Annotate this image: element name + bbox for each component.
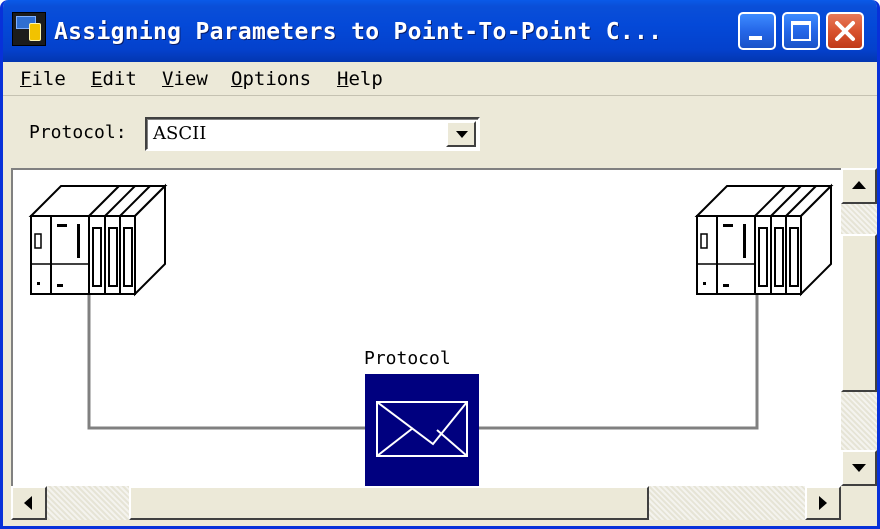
maximize-icon bbox=[791, 21, 811, 41]
menu-help[interactable]: Help bbox=[337, 68, 383, 90]
arrow-down-icon bbox=[852, 464, 866, 472]
title-bar[interactable]: Assigning Parameters to Point-To-Point C… bbox=[3, 0, 877, 62]
menu-options[interactable]: Options bbox=[231, 68, 311, 90]
protocol-select[interactable]: ASCII bbox=[145, 117, 480, 151]
link-right bbox=[479, 292, 759, 430]
diagram-canvas[interactable]: Protocol bbox=[11, 168, 841, 488]
vertical-scrollbar[interactable] bbox=[841, 168, 877, 486]
arrow-left-icon bbox=[24, 496, 32, 510]
maximize-button[interactable] bbox=[782, 12, 820, 50]
scroll-right-button[interactable] bbox=[805, 486, 841, 520]
arrow-up-icon bbox=[852, 181, 866, 189]
protocol-dropdown-button[interactable] bbox=[446, 121, 476, 147]
menu-bar: File Edit View Options Help bbox=[3, 62, 877, 96]
scroll-down-button[interactable] bbox=[841, 450, 877, 486]
chevron-down-icon bbox=[456, 131, 468, 138]
menu-edit[interactable]: Edit bbox=[91, 68, 137, 90]
app-icon[interactable] bbox=[12, 12, 46, 46]
scroll-up-button[interactable] bbox=[841, 168, 877, 204]
protocol-node[interactable] bbox=[365, 374, 479, 488]
protocol-label: Protocol: bbox=[29, 122, 127, 143]
minimize-button[interactable] bbox=[738, 12, 776, 50]
scroll-left-button[interactable] bbox=[11, 486, 47, 520]
plc-rack-icon bbox=[28, 183, 168, 297]
arrow-right-icon bbox=[819, 496, 827, 510]
close-icon bbox=[835, 21, 855, 41]
plc-rack-icon bbox=[694, 183, 834, 297]
vertical-scroll-thumb[interactable] bbox=[841, 234, 877, 392]
menu-file[interactable]: File bbox=[20, 68, 66, 90]
window-title: Assigning Parameters to Point-To-Point C… bbox=[54, 19, 663, 45]
protocol-caption: Protocol bbox=[364, 348, 451, 369]
scroll-corner bbox=[841, 486, 877, 520]
minimize-icon bbox=[749, 36, 762, 40]
toolbar: Protocol: ASCII bbox=[3, 97, 877, 167]
horizontal-scroll-thumb[interactable] bbox=[129, 486, 649, 520]
protocol-select-value: ASCII bbox=[153, 123, 207, 144]
close-button[interactable] bbox=[826, 12, 864, 50]
horizontal-scrollbar[interactable] bbox=[11, 486, 841, 520]
link-left bbox=[87, 292, 365, 430]
app-window: Assigning Parameters to Point-To-Point C… bbox=[0, 0, 880, 529]
envelope-icon bbox=[376, 401, 468, 457]
menu-view[interactable]: View bbox=[162, 68, 208, 90]
